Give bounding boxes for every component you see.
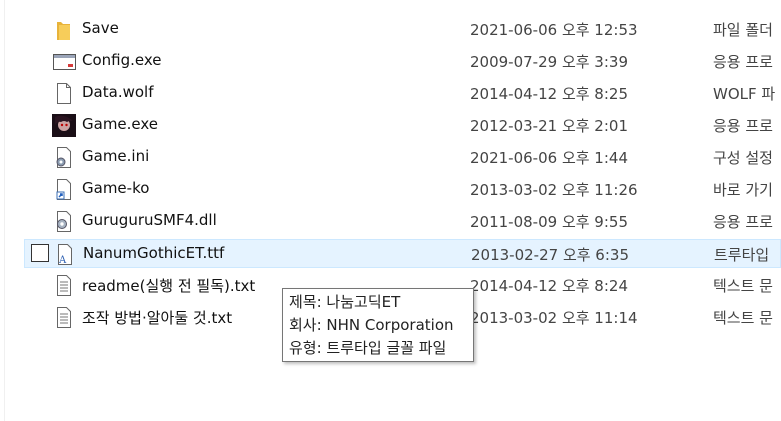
file-info-tooltip: 제목: 나눔고딕ET 회사: NHN Corporation 유형: 트루타입 … <box>282 288 474 362</box>
file-row-game-ko[interactable]: Game-ko 2013-03-02 오후 11:26 바로 가기 <box>24 175 781 204</box>
file-date: 2021-06-06 오후 12:53 <box>470 21 638 39</box>
file-row-nanumgothic-ttf[interactable]: A NanumGothicET.ttf 2013-02-27 오후 6:35 트… <box>24 239 781 268</box>
file-name: Config.exe <box>82 51 162 69</box>
svg-text:A: A <box>58 255 67 266</box>
text-file-icon <box>52 274 76 297</box>
file-type: 응용 프로 <box>713 213 773 231</box>
application-window-icon <box>52 50 76 73</box>
file-name: Save <box>82 19 119 37</box>
file-date: 2021-06-06 오후 1:44 <box>470 149 628 167</box>
shortcut-file-icon <box>52 178 76 201</box>
file-name: 조작 방법·알아둘 것.txt <box>82 309 233 327</box>
tooltip-company: 회사: NHN Corporation <box>289 316 454 334</box>
file-date: 2013-03-02 오후 11:14 <box>470 309 638 327</box>
file-name: GuruguruSMF4.dll <box>82 211 217 229</box>
font-file-icon: A <box>53 243 77 266</box>
file-type: 응용 프로 <box>713 117 773 135</box>
tooltip-type: 유형: 트루타입 글꼴 파일 <box>289 339 447 357</box>
file-type: 구성 설정 <box>713 149 773 167</box>
file-type: WOLF 파 <box>713 85 776 103</box>
file-type: 텍스트 문 <box>713 309 773 327</box>
file-name: NanumGothicET.ttf <box>83 244 225 262</box>
game-character-icon <box>52 114 76 137</box>
file-type: 트루타입 <box>714 246 770 264</box>
file-type: 응용 프로 <box>713 53 773 71</box>
dll-gear-icon <box>52 210 76 233</box>
file-name: Game.exe <box>82 115 159 133</box>
file-date: 2014-04-12 오후 8:24 <box>470 277 628 295</box>
file-date: 2013-02-27 오후 6:35 <box>471 246 629 264</box>
tooltip-title: 제목: 나눔고딕ET <box>289 293 401 311</box>
file-row-guruguru-dll[interactable]: GuruguruSMF4.dll 2011-08-09 오후 9:55 응용 프… <box>24 207 781 236</box>
text-file-icon <box>52 306 76 329</box>
file-row-config-exe[interactable]: Config.exe 2009-07-29 오후 3:39 응용 프로 <box>24 47 781 76</box>
file-date: 2009-07-29 오후 3:39 <box>470 53 628 71</box>
file-row-game-ini[interactable]: Game.ini 2021-06-06 오후 1:44 구성 설정 <box>24 143 781 172</box>
file-row-save[interactable]: Save 2021-06-06 오후 12:53 파일 폴더 <box>24 15 781 44</box>
file-type: 텍스트 문 <box>713 277 773 295</box>
file-name: Data.wolf <box>82 83 154 101</box>
file-date: 2012-03-21 오후 2:01 <box>470 117 628 135</box>
file-date: 2013-03-02 오후 11:26 <box>470 181 638 199</box>
file-name: Game-ko <box>82 179 150 197</box>
settings-file-icon <box>52 146 76 169</box>
file-date: 2011-08-09 오후 9:55 <box>470 213 628 231</box>
file-row-data-wolf[interactable]: Data.wolf 2014-04-12 오후 8:25 WOLF 파 <box>24 79 781 108</box>
file-type: 바로 가기 <box>713 181 773 199</box>
file-row-game-exe[interactable]: Game.exe 2012-03-21 오후 2:01 응용 프로 <box>24 111 781 140</box>
file-date: 2014-04-12 오후 8:25 <box>470 85 628 103</box>
row-select-checkbox[interactable] <box>31 244 49 262</box>
folder-icon <box>52 18 76 41</box>
file-name: readme(실행 전 필독).txt <box>82 277 256 295</box>
blank-file-icon <box>52 82 76 105</box>
file-name: Game.ini <box>82 147 150 165</box>
file-type: 파일 폴더 <box>713 21 773 39</box>
